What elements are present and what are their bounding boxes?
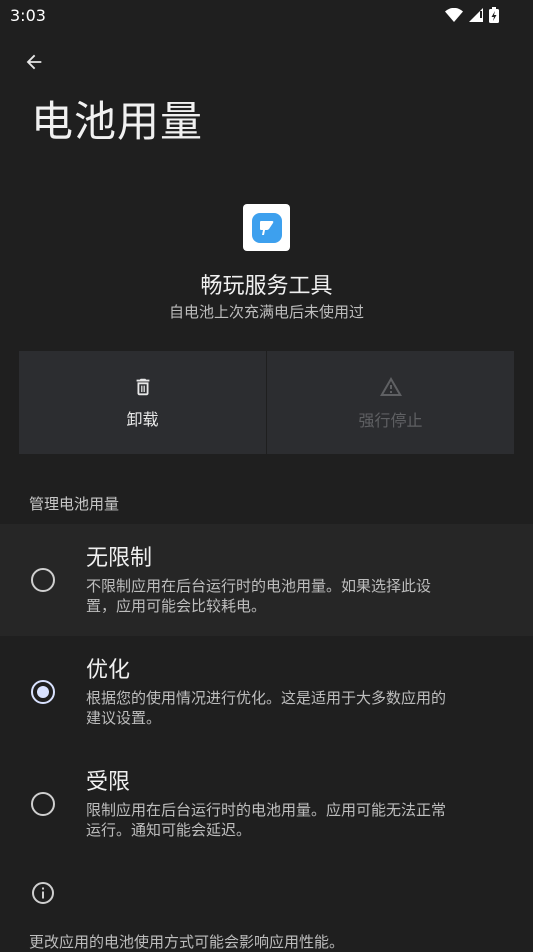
option-title: 优化 (86, 658, 131, 683)
force-stop-button[interactable]: 强行停止 (267, 351, 514, 454)
action-bar: 卸载 强行停止 (19, 351, 514, 454)
warning-icon (379, 376, 402, 396)
app-logo-icon (259, 220, 273, 235)
app-name: 畅玩服务工具 (200, 274, 333, 299)
force-stop-label: 强行停止 (358, 410, 423, 430)
app-icon-graphic (251, 212, 282, 243)
trash-icon (136, 378, 149, 395)
radio-checked-dot (37, 686, 49, 698)
option-desc-line: 限制应用在后台运行时的电池用量。应用可能无法正常 (86, 801, 447, 819)
option-desc-line: 运行。通知可能会延迟。 (86, 821, 252, 839)
signal-icon (469, 8, 483, 22)
radio-restricted[interactable] (31, 792, 55, 816)
uninstall-label: 卸载 (126, 409, 159, 429)
option-optimized-text: 优化 根据您的使用情况进行优化。这是适用于大多数应用的 建议设置。 (86, 656, 506, 728)
option-desc-line: 置，应用可能会比较耗电。 (86, 597, 267, 615)
option-description: 根据您的使用情况进行优化。这是适用于大多数应用的 建议设置。 (86, 688, 506, 728)
page-title: 电池用量 (31, 97, 204, 146)
status-bar: 3:03 (0, 0, 533, 30)
status-icons (445, 7, 499, 23)
option-restricted-text: 受限 限制应用在后台运行时的电池用量。应用可能无法正常 运行。通知可能会延迟。 (86, 768, 506, 840)
info-icon (32, 882, 54, 904)
app-icon (243, 204, 290, 251)
option-description: 限制应用在后台运行时的电池用量。应用可能无法正常 运行。通知可能会延迟。 (86, 800, 506, 840)
option-title: 受限 (86, 770, 131, 795)
battery-charging-icon (489, 7, 499, 23)
option-restricted[interactable]: 受限 限制应用在后台运行时的电池用量。应用可能无法正常 运行。通知可能会延迟。 (0, 748, 533, 860)
radio-optimized[interactable] (31, 680, 55, 704)
radio-unrestricted[interactable] (31, 568, 55, 592)
section-header: 管理电池用量 (29, 495, 120, 513)
option-unrestricted-text: 无限制 不限制应用在后台运行时的电池用量。如果选择此设 置，应用可能会比较耗电。 (86, 544, 506, 616)
option-unrestricted[interactable]: 无限制 不限制应用在后台运行时的电池用量。如果选择此设 置，应用可能会比较耗电。 (0, 524, 533, 636)
option-desc-line: 建议设置。 (86, 709, 162, 727)
option-desc-line: 根据您的使用情况进行优化。这是适用于大多数应用的 (86, 689, 447, 707)
option-title: 无限制 (86, 546, 153, 571)
option-desc-line: 不限制应用在后台运行时的电池用量。如果选择此设 (86, 577, 432, 595)
arrow-left-icon (26, 54, 42, 70)
wifi-icon (445, 8, 463, 22)
footer-text: 更改应用的电池使用方式可能会影响应用性能。 (29, 933, 345, 951)
option-optimized[interactable]: 优化 根据您的使用情况进行优化。这是适用于大多数应用的 建议设置。 (0, 636, 533, 748)
back-button[interactable] (18, 46, 50, 78)
uninstall-button[interactable]: 卸载 (19, 351, 266, 454)
app-battery-summary: 自电池上次充满电后未使用过 (168, 303, 364, 321)
option-description: 不限制应用在后台运行时的电池用量。如果选择此设 置，应用可能会比较耗电。 (86, 576, 506, 616)
status-time: 3:03 (10, 5, 46, 25)
